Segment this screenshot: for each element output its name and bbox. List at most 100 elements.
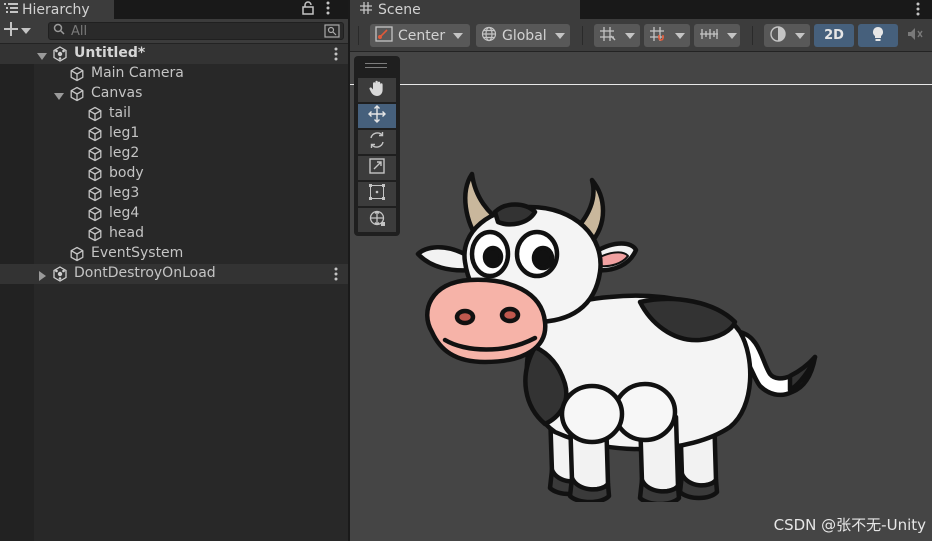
scene-viewport[interactable]: CSDN @张不无-Unity — [350, 52, 932, 541]
toggle-2d-button[interactable]: 2D — [814, 24, 854, 47]
move-tool-button[interactable] — [358, 104, 396, 128]
more-options-icon[interactable] — [916, 2, 920, 20]
audio-toggle-button[interactable] — [902, 24, 932, 47]
align-snap-dropdown[interactable] — [694, 24, 740, 47]
tree-item-label: head — [109, 225, 144, 241]
unity-scene-icon — [52, 46, 68, 62]
tree-item[interactable]: leg1 — [0, 124, 348, 144]
gameobject-cube-icon — [87, 206, 103, 222]
gameobject-cube-icon — [69, 246, 85, 262]
search-icon — [53, 23, 65, 39]
unity-scene-icon — [52, 266, 68, 282]
tree-item[interactable]: Canvas — [0, 84, 348, 104]
toolbar-separator — [582, 26, 583, 45]
gameobject-cube-icon — [87, 146, 103, 162]
ruler-icon — [699, 26, 719, 46]
grid-hash-icon — [360, 1, 372, 18]
pivot-mode-label: Center — [398, 27, 446, 44]
tree-item-label: leg2 — [109, 145, 140, 161]
more-options-icon[interactable] — [334, 267, 338, 285]
more-options-icon[interactable] — [334, 47, 338, 65]
create-button[interactable] — [3, 22, 35, 40]
shading-sphere-icon — [769, 25, 787, 47]
chevron-down-icon — [625, 32, 635, 39]
scale-icon — [367, 156, 387, 180]
tree-item[interactable]: head — [0, 224, 348, 244]
hierarchy-panel: Hierarchy All Untitled* Main Camera Canv… — [0, 0, 348, 541]
lighting-toggle-button[interactable] — [858, 24, 898, 47]
tree-item-label: EventSystem — [91, 245, 184, 261]
toolbar-separator — [752, 26, 753, 45]
chevron-down-icon — [21, 23, 31, 39]
drag-handle-icon[interactable] — [365, 63, 387, 68]
expand-arrow-icon[interactable] — [54, 89, 64, 100]
tree-item[interactable]: leg3 — [0, 184, 348, 204]
chevron-down-icon — [453, 32, 464, 39]
hierarchy-tab-bar: Hierarchy — [0, 0, 348, 19]
tree-item[interactable]: leg4 — [0, 204, 348, 224]
tree-item[interactable]: body — [0, 164, 348, 184]
gameobject-cube-icon — [87, 126, 103, 142]
expand-arrow-icon[interactable] — [37, 49, 47, 60]
search-field[interactable] — [48, 22, 344, 40]
collapse-arrow-icon[interactable] — [37, 269, 47, 281]
chevron-down-icon — [554, 32, 565, 39]
hierarchy-toolbar — [0, 19, 348, 44]
tree-item-label: leg4 — [109, 205, 140, 221]
tree-item[interactable]: tail — [0, 104, 348, 124]
transform-combined-icon — [367, 208, 387, 232]
pivot-mode-dropdown[interactable]: Center — [370, 24, 470, 47]
tree-item-label: leg3 — [109, 185, 140, 201]
view-tool-button[interactable] — [358, 78, 396, 102]
gameobject-cube-icon — [87, 226, 103, 242]
scene-tab-label: Scene — [378, 1, 421, 18]
grid-snap-dropdown[interactable] — [594, 24, 640, 47]
gameobject-cube-icon — [87, 186, 103, 202]
draw-mode-dropdown[interactable] — [764, 24, 810, 47]
tool-palette-overlay — [354, 56, 400, 236]
gameobject-cube-icon — [87, 106, 103, 122]
tree-item[interactable]: Main Camera — [0, 64, 348, 84]
rect-tool-button[interactable] — [358, 182, 396, 206]
plus-icon — [3, 21, 19, 41]
search-filter-icon[interactable] — [324, 24, 340, 42]
toolbar-separator — [358, 26, 359, 45]
cow-sprite[interactable] — [410, 162, 830, 507]
move-arrows-icon — [367, 104, 387, 128]
scene-tab-bar: Scene — [350, 0, 932, 19]
more-options-icon[interactable] — [326, 1, 330, 19]
watermark-text: CSDN @张不无-Unity — [773, 516, 926, 534]
tree-item-scene[interactable]: Untitled* — [0, 44, 348, 64]
hierarchy-tab[interactable]: Hierarchy — [0, 0, 114, 19]
tree-item-scene[interactable]: DontDestroyOnLoad — [0, 264, 348, 284]
search-input[interactable] — [71, 23, 311, 39]
scene-toolbar: Center Global 2D — [350, 19, 932, 52]
speaker-muted-icon — [907, 27, 923, 45]
canvas-bounds-line — [350, 84, 932, 85]
tree-item-label: Untitled* — [74, 45, 146, 61]
rotate-icon — [367, 130, 387, 154]
rotate-tool-button[interactable] — [358, 130, 396, 154]
grid-snap-icon — [599, 26, 617, 46]
pivot-space-label: Global — [502, 27, 547, 44]
tree-item-label: tail — [109, 105, 131, 121]
increment-snap-dropdown[interactable] — [644, 24, 690, 47]
tree-item[interactable]: leg2 — [0, 144, 348, 164]
tree-item-label: DontDestroyOnLoad — [74, 265, 216, 281]
chevron-down-icon — [795, 32, 805, 39]
chevron-down-icon — [727, 32, 737, 39]
tree-item[interactable]: EventSystem — [0, 244, 348, 264]
chevron-down-icon — [675, 32, 685, 39]
tree-item-label: leg1 — [109, 125, 140, 141]
lock-icon[interactable] — [302, 0, 314, 19]
gameobject-cube-icon — [69, 66, 85, 82]
tree-item-label: body — [109, 165, 144, 181]
gameobject-cube-icon — [69, 86, 85, 102]
tree-item-label: Canvas — [91, 85, 143, 101]
scene-tab[interactable]: Scene — [350, 0, 580, 19]
transform-tool-button[interactable] — [358, 208, 396, 232]
lightbulb-icon — [871, 26, 885, 46]
scale-tool-button[interactable] — [358, 156, 396, 180]
gameobject-cube-icon — [87, 166, 103, 182]
pivot-space-dropdown[interactable]: Global — [476, 24, 570, 47]
